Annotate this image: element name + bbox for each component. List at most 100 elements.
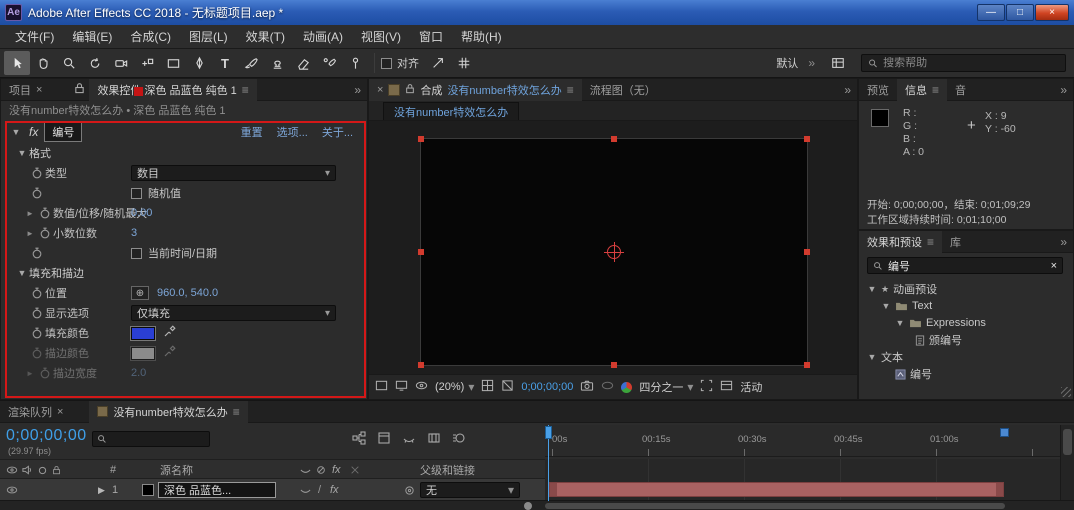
puppet-pin-tool-icon[interactable] [342,51,368,75]
selection-tool-icon[interactable] [4,51,30,75]
minimize-button[interactable]: — [977,4,1005,21]
zoom-dropdown[interactable]: (20%) ▾ [435,380,474,394]
eyedropper-icon[interactable] [163,325,176,341]
twirl-icon[interactable]: ▼ [867,352,877,362]
parent-dropdown[interactable]: 无 ▾ [420,482,520,498]
hide-shy-icon[interactable] [402,431,416,448]
type-tool-icon[interactable]: T [212,51,238,75]
composition-viewer[interactable] [369,121,857,374]
panel-menu-icon[interactable]: ≡ [242,83,249,97]
position-value[interactable]: 960.0, 540.0 [157,287,218,299]
layer-shy-icon[interactable] [300,480,311,500]
panel-overflow-icon[interactable]: » [1054,83,1073,97]
menu-view[interactable]: 视图(V) [352,24,410,49]
reset-link[interactable]: 重置 [241,124,263,140]
workspace-overflow-icon[interactable]: » [808,56,815,70]
rotation-tool-icon[interactable] [82,51,108,75]
panel-menu-icon[interactable]: ≡ [567,83,574,97]
tab-audio[interactable]: 音 [947,79,974,101]
viewer-tab[interactable]: 没有number特效怎么办 [383,102,520,120]
workspace-switcher-icon[interactable] [825,51,851,75]
tab-timeline-comp[interactable]: 没有number特效怎么办 ≡ [89,400,248,423]
brush-tool-icon[interactable] [238,51,264,75]
help-search-input[interactable] [883,57,1059,69]
stopwatch-icon[interactable] [29,247,45,259]
tree-item-numbers-effect[interactable]: 编号 [895,366,932,382]
clone-stamp-tool-icon[interactable] [264,51,290,75]
twirl-icon[interactable]: ▼ [867,284,877,294]
close-tab-icon[interactable]: × [377,84,383,96]
frame-blending-icon[interactable] [427,431,441,448]
tab-effect-controls[interactable]: 效果控件 深色 品蓝色 纯色 1 ≡ [89,78,257,101]
composition-frame[interactable] [418,136,810,368]
anchor-point-icon[interactable] [604,242,624,262]
position-target-icon[interactable]: ⊕ [131,286,149,300]
panel-menu-icon[interactable]: ≡ [233,405,240,419]
close-tab-icon[interactable]: × [57,406,63,418]
pan-behind-tool-icon[interactable] [134,51,160,75]
twirl-icon[interactable]: ► [23,209,37,218]
comp-timecode[interactable]: 0;00;00;00 [521,381,573,393]
twirl-icon[interactable]: ▼ [895,318,905,328]
pick-whip-icon[interactable] [404,480,415,500]
twirl-icon[interactable]: ▼ [881,301,891,311]
close-button[interactable]: × [1035,4,1069,21]
layer-slash-icon[interactable]: / [318,480,321,500]
tree-item-text-folder[interactable]: ▼ Text [881,298,933,314]
tab-project[interactable]: 项目 × [1,79,50,101]
panel-menu-icon[interactable]: ≡ [932,83,939,97]
layer-duration-bar[interactable] [549,482,1004,497]
timeline-vertical-scrollbar[interactable] [1060,425,1074,501]
panel-overflow-icon[interactable]: » [838,83,857,97]
options-link[interactable]: 选项... [277,124,308,140]
selection-handle[interactable] [804,249,810,255]
zoom-tool-icon[interactable] [56,51,82,75]
mask-visibility-icon[interactable] [415,379,428,395]
tab-composition[interactable]: × 合成 没有number特效怎么办 ≡ [369,78,582,101]
selection-handle[interactable] [611,362,617,368]
stopwatch-icon[interactable] [29,287,45,299]
view-layout-icon[interactable] [375,379,388,395]
show-channel-icon[interactable] [621,381,633,393]
close-tab-icon[interactable]: × [36,84,42,96]
fill-color-swatch[interactable] [130,325,156,341]
tree-item-text-category[interactable]: ▼ 文本 [867,349,903,365]
lock-icon[interactable] [405,83,415,97]
motion-blur-icon[interactable] [452,431,466,448]
shape-tool-icon[interactable] [160,51,186,75]
snapshot-camera-icon[interactable] [580,379,594,395]
layer-fx-icon[interactable]: fx [330,480,339,500]
stopwatch-icon[interactable] [37,227,53,239]
tree-item-preset[interactable]: 颁编号 [915,332,962,348]
monitor-icon[interactable] [395,379,408,395]
clear-search-icon[interactable]: × [1051,260,1057,272]
tab-preview[interactable]: 预览 [859,79,897,101]
panel-menu-icon[interactable]: ≡ [927,235,934,249]
random-checkbox[interactable] [131,187,142,199]
workspace-label[interactable]: 默认 [776,55,798,71]
time-ruler[interactable]: 00s 00:15s 00:30s 00:45s 01:00s [545,425,1060,457]
resolution-dropdown[interactable]: 四分之一 ▾ [639,379,693,395]
timeline-search-input[interactable] [111,431,205,447]
menu-edit[interactable]: 编辑(E) [63,24,121,49]
tab-effects-presets[interactable]: 效果和预设 ≡ [859,230,943,253]
decimals-value[interactable]: 3 [131,227,137,239]
selection-handle[interactable] [804,362,810,368]
mini-flowchart-icon[interactable] [352,431,366,448]
lock-icon[interactable] [74,82,85,97]
current-timecode[interactable]: 0;00;00;00 [6,427,87,445]
selection-handle[interactable] [611,136,617,142]
stopwatch-icon[interactable] [29,327,45,339]
current-time-indicator-handle[interactable] [545,426,552,439]
grid-guides-icon[interactable] [481,379,494,395]
twirl-icon[interactable]: ► [23,229,37,238]
draft-3d-icon[interactable] [377,431,391,448]
tab-libraries[interactable]: 库 [942,231,969,253]
stopwatch-icon[interactable] [29,187,45,199]
display-options-dropdown[interactable]: 仅填充 ▾ [131,305,336,321]
camera-view-dropdown[interactable]: 活动 [740,379,762,395]
stopwatch-icon[interactable] [29,307,45,319]
parent-link-column[interactable]: 父级和链接 [420,460,475,480]
tab-info[interactable]: 信息 ≡ [897,78,948,101]
work-area-end-marker[interactable] [1000,428,1009,437]
